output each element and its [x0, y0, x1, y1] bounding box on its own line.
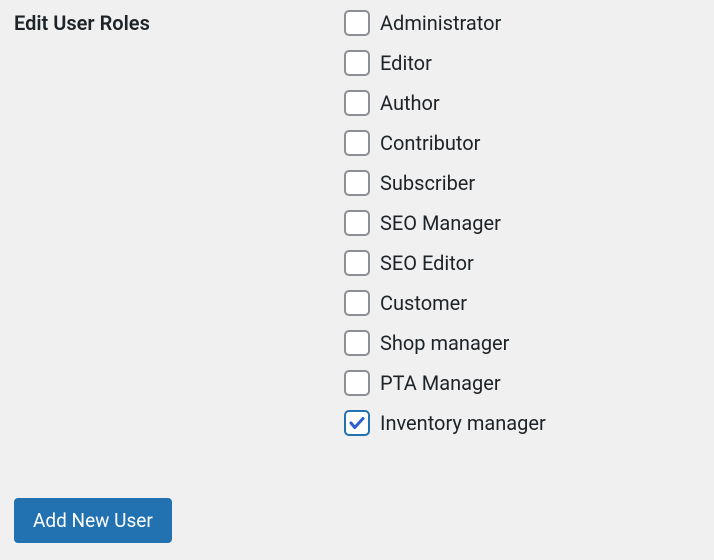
role-item: PTA Manager	[344, 370, 546, 396]
role-item: SEO Editor	[344, 250, 546, 276]
role-checkbox[interactable]	[344, 410, 370, 436]
role-label[interactable]: Administrator	[380, 11, 501, 35]
role-checkbox[interactable]	[344, 90, 370, 116]
role-label[interactable]: PTA Manager	[380, 371, 501, 395]
role-item: Editor	[344, 50, 546, 76]
role-label[interactable]: Editor	[380, 51, 432, 75]
role-label[interactable]: Author	[380, 91, 440, 115]
role-item: Subscriber	[344, 170, 546, 196]
role-item: Administrator	[344, 10, 546, 36]
role-label[interactable]: SEO Editor	[380, 251, 474, 275]
role-item: Customer	[344, 290, 546, 316]
section-title: Edit User Roles	[14, 10, 344, 35]
role-checkbox[interactable]	[344, 210, 370, 236]
add-new-user-button[interactable]: Add New User	[14, 498, 172, 543]
role-item: SEO Manager	[344, 210, 546, 236]
role-checkbox[interactable]	[344, 370, 370, 396]
role-checkbox[interactable]	[344, 250, 370, 276]
submit-area: Add New User	[14, 498, 172, 543]
role-label[interactable]: SEO Manager	[380, 211, 501, 235]
role-label[interactable]: Contributor	[380, 131, 480, 155]
roles-list: Administrator Editor Author Contributor Subs…	[344, 10, 546, 436]
checkmark-icon	[348, 414, 366, 432]
role-checkbox[interactable]	[344, 330, 370, 356]
role-label[interactable]: Subscriber	[380, 171, 475, 195]
role-item: Author	[344, 90, 546, 116]
role-checkbox[interactable]	[344, 50, 370, 76]
role-checkbox[interactable]	[344, 170, 370, 196]
role-item: Inventory manager	[344, 410, 546, 436]
role-label[interactable]: Customer	[380, 291, 467, 315]
role-label[interactable]: Shop manager	[380, 331, 509, 355]
role-checkbox[interactable]	[344, 290, 370, 316]
edit-user-roles-row: Edit User Roles Administrator Editor Autho…	[0, 0, 714, 436]
role-checkbox[interactable]	[344, 130, 370, 156]
role-item: Contributor	[344, 130, 546, 156]
role-label[interactable]: Inventory manager	[380, 411, 546, 435]
role-checkbox[interactable]	[344, 10, 370, 36]
role-item: Shop manager	[344, 330, 546, 356]
